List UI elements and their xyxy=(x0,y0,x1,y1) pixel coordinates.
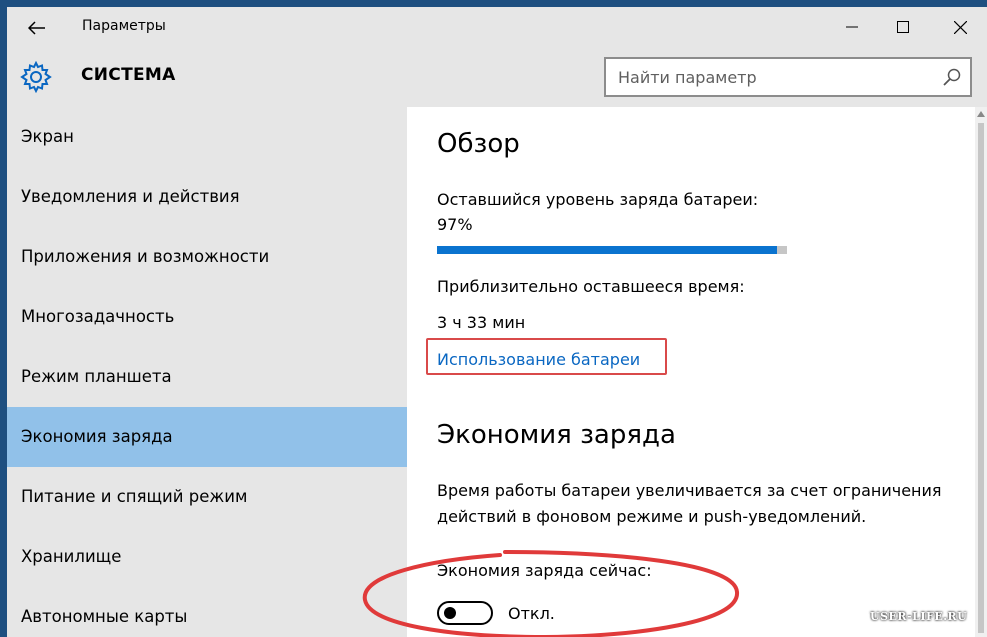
sidebar-item-power-sleep[interactable]: Питание и спящий режим xyxy=(7,467,407,527)
minimize-icon xyxy=(846,26,858,28)
sidebar-item-apps[interactable]: Приложения и возможности xyxy=(7,227,407,287)
overview-heading: Обзор xyxy=(437,129,520,159)
battery-saver-description: Время работы батареи увеличивается за сч… xyxy=(437,481,942,526)
maximize-icon xyxy=(897,21,909,33)
title-bar: Параметры xyxy=(7,7,987,49)
search-icon[interactable] xyxy=(942,67,962,87)
sidebar-item-display[interactable]: Экран xyxy=(7,107,407,167)
sidebar-item-notifications[interactable]: Уведомления и действия xyxy=(7,167,407,227)
sidebar-item-label: Приложения и возможности xyxy=(21,247,270,266)
toggle-knob xyxy=(444,607,456,619)
battery-usage-link[interactable]: Использование батареи xyxy=(437,350,640,369)
back-button[interactable] xyxy=(19,13,55,43)
sidebar-nav: Экран Уведомления и действия Приложения … xyxy=(7,107,407,637)
settings-window: Параметры СИСТЕМА Экран xyxy=(7,7,987,637)
sidebar-item-label: Уведомления и действия xyxy=(21,187,240,206)
close-button[interactable] xyxy=(937,7,983,47)
maximize-button[interactable] xyxy=(880,7,926,47)
battery-saver-toggle[interactable] xyxy=(437,601,493,625)
battery-saver-toggle-state: Откл. xyxy=(508,604,555,623)
sidebar-item-label: Питание и спящий режим xyxy=(21,487,248,506)
battery-level-fill xyxy=(437,246,777,254)
remaining-time-label: Приблизительно оставшееся время: xyxy=(437,277,745,296)
back-arrow-icon xyxy=(28,21,45,35)
battery-level-bar xyxy=(437,246,787,254)
search-box[interactable] xyxy=(604,57,972,97)
sidebar-item-tablet-mode[interactable]: Режим планшета xyxy=(7,347,407,407)
minimize-button[interactable] xyxy=(829,7,875,47)
remaining-time-value: 3 ч 33 мин xyxy=(437,313,526,332)
scroll-thumb[interactable] xyxy=(978,123,984,633)
content-pane: Обзор Оставшийся уровень заряда батареи:… xyxy=(407,107,987,637)
sidebar-item-label: Экономия заряда xyxy=(21,427,173,446)
sidebar-item-offline-maps[interactable]: Автономные карты xyxy=(7,587,407,637)
sidebar-item-label: Режим планшета xyxy=(21,367,172,386)
watermark: USER-LIFE.RU xyxy=(870,610,968,623)
sidebar-item-label: Многозадачность xyxy=(21,307,175,326)
sidebar-item-label: Хранилище xyxy=(21,547,122,566)
sidebar-item-battery-saver[interactable]: Экономия заряда xyxy=(7,407,407,467)
section-title: СИСТЕМА xyxy=(81,65,176,85)
sidebar-item-label: Экран xyxy=(21,127,74,146)
battery-saver-now-label: Экономия заряда сейчас: xyxy=(437,561,652,580)
sidebar-item-storage[interactable]: Хранилище xyxy=(7,527,407,587)
battery-level-label: Оставшийся уровень заряда батареи: xyxy=(437,190,759,209)
search-input[interactable] xyxy=(606,59,936,95)
close-icon xyxy=(953,20,967,34)
battery-level-value: 97% xyxy=(437,215,473,234)
sidebar-item-multitasking[interactable]: Многозадачность xyxy=(7,287,407,347)
scroll-up-arrow-icon[interactable] xyxy=(976,109,986,119)
gear-icon xyxy=(20,61,52,93)
settings-header: СИСТЕМА xyxy=(7,49,987,107)
sidebar-item-label: Автономные карты xyxy=(21,607,188,626)
content-scrollbar[interactable] xyxy=(975,107,987,637)
window-title: Параметры xyxy=(82,18,166,34)
battery-saver-heading: Экономия заряда xyxy=(437,420,676,450)
